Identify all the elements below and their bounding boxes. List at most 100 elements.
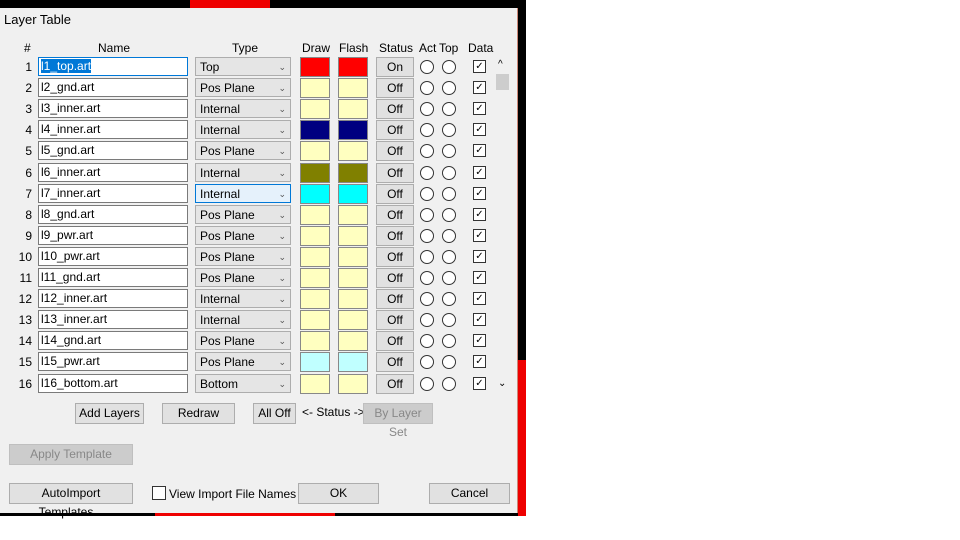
data-checkbox[interactable]: ✓ — [473, 102, 486, 116]
layer-type-select[interactable]: Internal ⌄ — [195, 310, 291, 330]
layer-name-input[interactable]: l16_bottom.art — [38, 373, 188, 393]
draw-color-swatch[interactable] — [300, 331, 330, 352]
layer-type-select[interactable]: Pos Plane ⌄ — [195, 352, 291, 372]
data-checkbox[interactable]: ✓ — [473, 123, 486, 137]
draw-color-swatch[interactable] — [300, 162, 330, 183]
layer-type-select[interactable]: Internal ⌄ — [195, 183, 291, 203]
top-radio[interactable] — [442, 376, 456, 391]
add-layers-button[interactable]: Add Layers — [75, 403, 144, 424]
draw-color-swatch[interactable] — [300, 99, 330, 120]
top-radio[interactable] — [442, 123, 456, 138]
act-radio[interactable] — [420, 313, 434, 328]
data-checkbox[interactable]: ✓ — [473, 249, 486, 263]
status-toggle-button[interactable]: Off — [376, 78, 414, 99]
flash-color-swatch[interactable] — [338, 183, 368, 204]
layer-type-select[interactable]: Top ⌄ — [195, 57, 291, 76]
scrollbar[interactable]: ^ ⌄ — [495, 57, 510, 394]
layer-name-input[interactable]: l8_gnd.art — [38, 204, 188, 224]
flash-color-swatch[interactable] — [338, 204, 368, 225]
status-toggle-button[interactable]: Off — [376, 99, 414, 120]
all-off-button[interactable]: All Off — [253, 403, 296, 424]
layer-name-input[interactable]: l3_inner.art — [38, 99, 188, 119]
data-checkbox[interactable]: ✓ — [473, 60, 486, 73]
draw-color-swatch[interactable] — [300, 268, 330, 288]
layer-type-select[interactable]: Pos Plane ⌄ — [195, 204, 291, 224]
act-radio[interactable] — [420, 102, 434, 117]
act-radio[interactable] — [420, 144, 434, 159]
top-radio[interactable] — [442, 102, 456, 117]
top-radio[interactable] — [442, 249, 456, 264]
act-radio[interactable] — [420, 376, 434, 391]
data-checkbox[interactable]: ✓ — [473, 186, 486, 200]
layer-type-select[interactable]: Pos Plane ⌄ — [195, 141, 291, 161]
view-import-label[interactable]: View Import File Names — [169, 487, 296, 501]
data-checkbox[interactable]: ✓ — [473, 334, 486, 348]
layer-name-input[interactable]: l11_gnd.art — [38, 268, 188, 287]
flash-color-swatch[interactable] — [338, 78, 368, 99]
layer-type-select[interactable]: Pos Plane ⌄ — [195, 225, 291, 245]
data-checkbox[interactable]: ✓ — [473, 165, 486, 179]
act-radio[interactable] — [420, 207, 434, 222]
layer-type-select[interactable]: Internal ⌄ — [195, 99, 291, 119]
layer-type-select[interactable]: Pos Plane ⌄ — [195, 331, 291, 351]
layer-name-input[interactable]: l13_inner.art — [38, 310, 188, 330]
autoimport-templates-button[interactable]: AutoImport Templates... — [9, 483, 133, 519]
status-toggle-button[interactable]: Off — [376, 183, 414, 204]
top-radio[interactable] — [442, 165, 456, 180]
layer-name-input[interactable]: l6_inner.art — [38, 162, 188, 182]
draw-color-swatch[interactable] — [300, 352, 330, 373]
layer-name-input[interactable]: l14_gnd.art — [38, 331, 188, 351]
flash-color-swatch[interactable] — [338, 310, 368, 331]
act-radio[interactable] — [420, 123, 434, 138]
flash-color-swatch[interactable] — [338, 141, 368, 162]
top-radio[interactable] — [442, 334, 456, 349]
scroll-thumb[interactable] — [496, 74, 509, 90]
layer-name-input[interactable]: l4_inner.art — [38, 120, 188, 140]
draw-color-swatch[interactable] — [300, 225, 330, 246]
act-radio[interactable] — [420, 165, 434, 180]
layer-name-input[interactable]: l1_top.art — [38, 57, 188, 76]
layer-type-select[interactable]: Internal ⌄ — [195, 162, 291, 182]
layer-name-input[interactable]: l7_inner.art — [38, 183, 188, 203]
data-checkbox[interactable]: ✓ — [473, 228, 486, 242]
top-radio[interactable] — [442, 207, 456, 222]
by-layer-set-button[interactable]: By Layer Set — [363, 403, 433, 439]
flash-color-swatch[interactable] — [338, 162, 368, 183]
data-checkbox[interactable]: ✓ — [473, 207, 486, 221]
top-radio[interactable] — [442, 355, 456, 370]
status-toggle-button[interactable]: Off — [376, 204, 414, 225]
status-toggle-button[interactable]: Off — [376, 373, 414, 394]
act-radio[interactable] — [420, 271, 434, 285]
act-radio[interactable] — [420, 249, 434, 264]
layer-type-select[interactable]: Internal ⌄ — [195, 289, 291, 309]
scroll-down-icon[interactable]: ⌄ — [498, 378, 506, 389]
act-radio[interactable] — [420, 186, 434, 201]
draw-color-swatch[interactable] — [300, 204, 330, 225]
layer-type-select[interactable]: Pos Plane ⌄ — [195, 268, 291, 287]
redraw-button[interactable]: Redraw — [162, 403, 235, 424]
view-import-checkbox[interactable] — [152, 486, 166, 500]
data-checkbox[interactable]: ✓ — [473, 376, 486, 390]
layer-name-input[interactable]: l10_pwr.art — [38, 246, 188, 266]
flash-color-swatch[interactable] — [338, 289, 368, 310]
status-toggle-button[interactable]: Off — [376, 310, 414, 331]
status-toggle-button[interactable]: Off — [376, 141, 414, 162]
layer-type-select[interactable]: Bottom ⌄ — [195, 373, 291, 393]
flash-color-swatch[interactable] — [338, 331, 368, 352]
layer-name-input[interactable]: l2_gnd.art — [38, 78, 188, 98]
act-radio[interactable] — [420, 355, 434, 370]
data-checkbox[interactable]: ✓ — [473, 292, 486, 306]
flash-color-swatch[interactable] — [338, 99, 368, 120]
status-toggle-button[interactable]: Off — [376, 120, 414, 141]
draw-color-swatch[interactable] — [300, 141, 330, 162]
layer-name-input[interactable]: l5_gnd.art — [38, 141, 188, 161]
layer-name-input[interactable]: l9_pwr.art — [38, 225, 188, 245]
top-radio[interactable] — [442, 186, 456, 201]
layer-type-select[interactable]: Pos Plane ⌄ — [195, 78, 291, 98]
data-checkbox[interactable]: ✓ — [473, 81, 486, 95]
top-radio[interactable] — [442, 313, 456, 328]
act-radio[interactable] — [420, 228, 434, 243]
apply-template-button[interactable]: Apply Template — [9, 444, 133, 465]
draw-color-swatch[interactable] — [300, 78, 330, 99]
draw-color-swatch[interactable] — [300, 183, 330, 204]
